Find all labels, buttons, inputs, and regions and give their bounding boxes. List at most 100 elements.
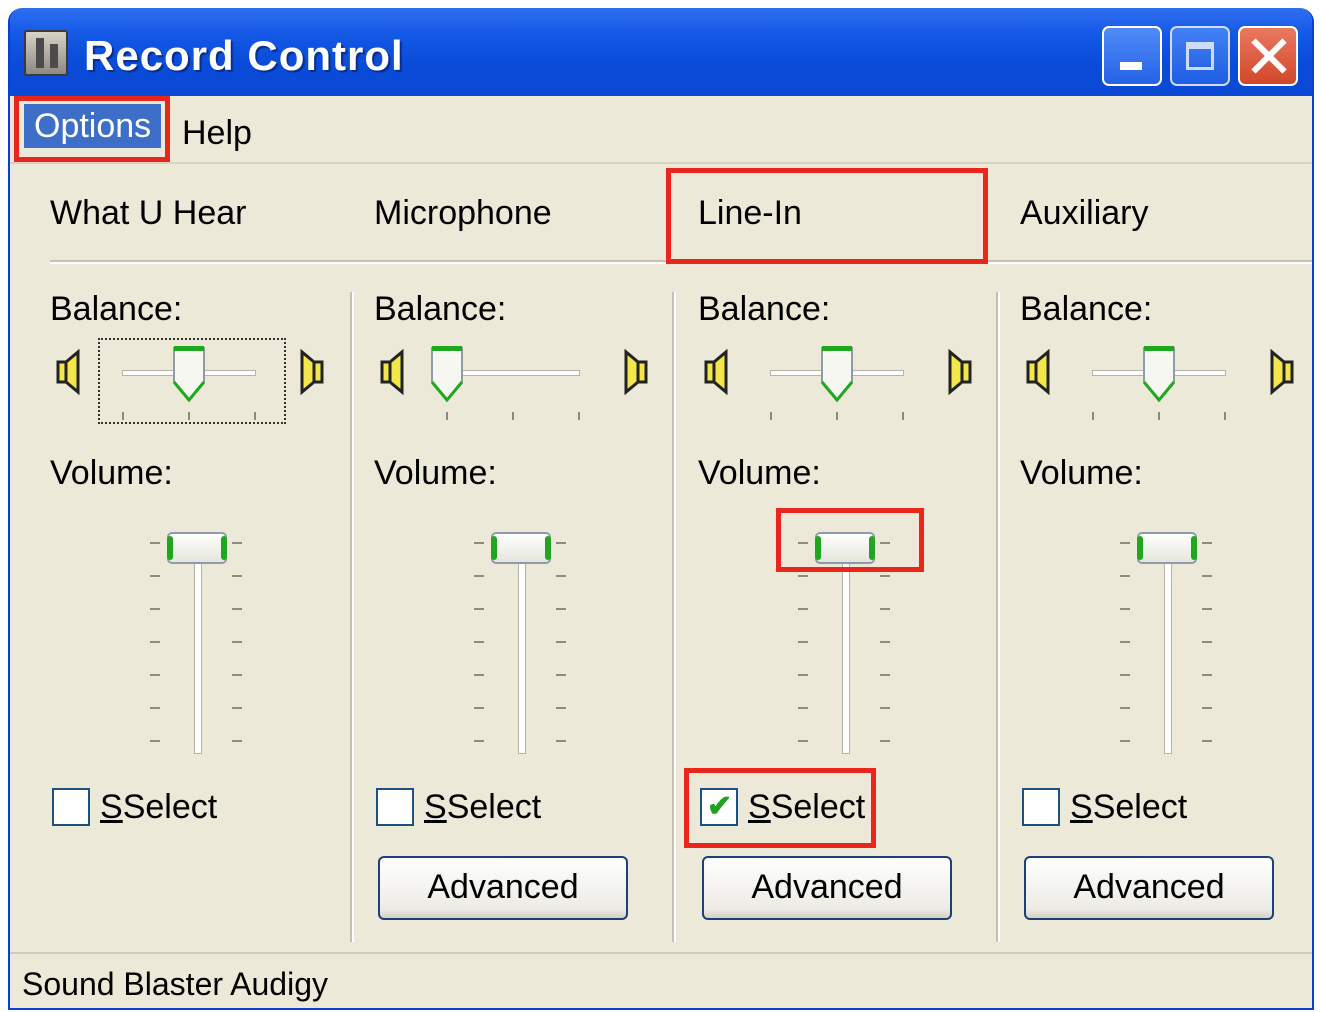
- volume-tick: [880, 641, 890, 643]
- volume-tick: [798, 641, 808, 643]
- volume-tick: [1202, 608, 1212, 610]
- volume-tick: [798, 542, 808, 544]
- select-checkbox-microphone[interactable]: [376, 788, 414, 826]
- volume-tick: [150, 641, 160, 643]
- volume-tick: [880, 674, 890, 676]
- balance-tick: [578, 412, 580, 420]
- volume-tick: [1120, 542, 1130, 544]
- volume-slider-thumb-line-in[interactable]: [815, 532, 875, 564]
- volume-tick: [1202, 542, 1212, 544]
- balance-slider-thumb-microphone[interactable]: [429, 344, 465, 404]
- minimize-button[interactable]: [1102, 26, 1162, 86]
- volume-tick: [1202, 575, 1212, 577]
- speaker-right-icon: [1270, 348, 1294, 396]
- volume-tick: [556, 641, 566, 643]
- volume-tick: [880, 740, 890, 742]
- column-header-line-in: Line-In: [698, 194, 802, 232]
- balance-label: Balance:: [374, 290, 507, 328]
- volume-tick: [232, 707, 242, 709]
- balance-tick: [836, 412, 838, 420]
- menu-help[interactable]: Help: [174, 110, 260, 157]
- volume-tick: [1120, 641, 1130, 643]
- balance-slider-thumb-line-in[interactable]: [819, 344, 855, 404]
- volume-track: [518, 532, 526, 754]
- select-label-text: Select: [770, 788, 866, 826]
- volume-label: Volume:: [698, 454, 821, 492]
- speaker-left-icon: [704, 348, 728, 396]
- volume-tick: [1202, 740, 1212, 742]
- close-button[interactable]: [1238, 26, 1298, 86]
- volume-tick: [798, 707, 808, 709]
- volume-label: Volume:: [50, 454, 173, 492]
- volume-label: Volume:: [374, 454, 497, 492]
- volume-tick: [1120, 674, 1130, 676]
- advanced-label: Advanced: [1073, 868, 1225, 906]
- balance-slider-thumb-auxiliary[interactable]: [1141, 344, 1177, 404]
- volume-track: [194, 532, 202, 754]
- volume-tick: [150, 542, 160, 544]
- balance-label: Balance:: [1020, 290, 1153, 328]
- balance-label: Balance:: [50, 290, 183, 328]
- column-header-auxiliary: Auxiliary: [1020, 194, 1149, 232]
- select-checkbox-what-u-hear[interactable]: [52, 788, 90, 826]
- maximize-icon: [1186, 42, 1214, 70]
- status-bar: Sound Blaster Audigy: [10, 952, 1312, 1008]
- volume-tick: [232, 740, 242, 742]
- title-bar[interactable]: Record Control: [10, 8, 1312, 96]
- volume-tick: [556, 740, 566, 742]
- select-checkbox-auxiliary[interactable]: [1022, 788, 1060, 826]
- volume-tick: [474, 740, 484, 742]
- volume-tick: [474, 575, 484, 577]
- balance-tick: [770, 412, 772, 420]
- speaker-left-icon: [56, 348, 80, 396]
- window-title: Record Control: [84, 32, 404, 79]
- advanced-button-auxiliary[interactable]: Advanced: [1024, 856, 1274, 920]
- header-divider: [50, 260, 1312, 262]
- minimize-icon: [1120, 62, 1142, 70]
- speaker-right-icon: [300, 348, 324, 396]
- select-label-text: Select: [1092, 788, 1188, 826]
- advanced-button-line-in[interactable]: Advanced: [702, 856, 952, 920]
- select-label: SSelect: [748, 788, 866, 826]
- balance-label: Balance:: [698, 290, 831, 328]
- volume-tick: [150, 608, 160, 610]
- volume-track: [842, 532, 850, 754]
- volume-tick: [880, 608, 890, 610]
- column-divider: [996, 292, 998, 942]
- volume-slider-thumb-auxiliary[interactable]: [1137, 532, 1197, 564]
- volume-slider-thumb-what-u-hear[interactable]: [167, 532, 227, 564]
- volume-tick: [556, 575, 566, 577]
- volume-tick: [474, 674, 484, 676]
- column-divider: [672, 292, 674, 942]
- status-device-name: Sound Blaster Audigy: [22, 966, 328, 1002]
- advanced-label: Advanced: [427, 868, 579, 906]
- select-label: SSelect: [100, 788, 218, 826]
- balance-tick: [1158, 412, 1160, 420]
- volume-tick: [1120, 575, 1130, 577]
- select-checkbox-line-in[interactable]: ✔: [700, 788, 738, 826]
- speaker-right-icon: [948, 348, 972, 396]
- balance-tick: [1092, 412, 1094, 420]
- advanced-button-microphone[interactable]: Advanced: [378, 856, 628, 920]
- balance-focus-rectangle: [98, 338, 286, 424]
- volume-tick: [798, 674, 808, 676]
- balance-tick: [1224, 412, 1226, 420]
- record-control-window: Record Control Options Help What U Hear …: [8, 8, 1314, 1010]
- volume-tick: [880, 575, 890, 577]
- volume-tick: [474, 542, 484, 544]
- volume-tick: [232, 674, 242, 676]
- mixer-app-icon[interactable]: [24, 30, 68, 76]
- volume-tick: [150, 707, 160, 709]
- volume-tick: [474, 608, 484, 610]
- balance-tick: [512, 412, 514, 420]
- volume-slider-thumb-microphone[interactable]: [491, 532, 551, 564]
- volume-tick: [232, 542, 242, 544]
- column-header-what-u-hear: What U Hear: [50, 194, 247, 232]
- volume-tick: [232, 608, 242, 610]
- balance-tick: [446, 412, 448, 420]
- volume-tick: [150, 674, 160, 676]
- volume-label: Volume:: [1020, 454, 1143, 492]
- checkmark-icon: ✔: [707, 790, 733, 823]
- menu-options[interactable]: Options: [24, 104, 162, 148]
- maximize-button[interactable]: [1170, 26, 1230, 86]
